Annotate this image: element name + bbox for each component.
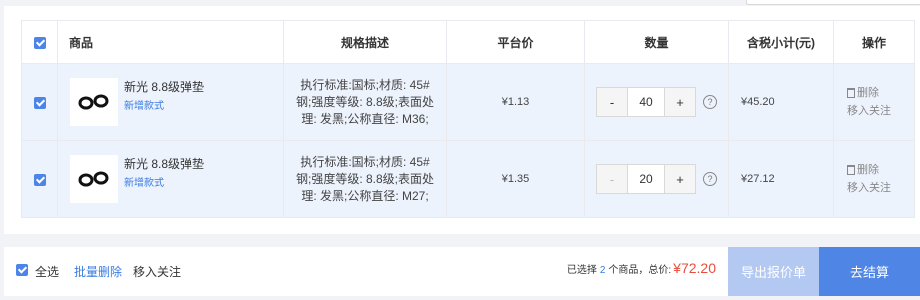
unit-price: ¥1.13: [446, 63, 585, 141]
subtotal: ¥27.12: [728, 140, 834, 218]
header-price: 平台价: [446, 20, 585, 64]
selected-count: 2: [599, 265, 606, 276]
checkbox-checked-icon[interactable]: [33, 96, 46, 109]
row-select[interactable]: [21, 140, 58, 218]
decrease-button[interactable]: -: [597, 88, 627, 116]
header-actions: 操作: [833, 20, 915, 64]
product-variant-link[interactable]: 新增款式: [124, 178, 204, 190]
spec-cell: 执行标准:国标;材质: 45#钢;强度等级: 8.8级;表面处理: 发黑;公称直…: [283, 63, 447, 141]
batch-delete-link[interactable]: 批量删除: [74, 263, 122, 280]
header-spec: 规格描述: [283, 20, 447, 64]
delete-button[interactable]: 删除: [847, 162, 913, 178]
quantity-stepper[interactable]: - 40 +: [596, 87, 696, 117]
spec-text: 执行标准:国标;材质: 45#钢;强度等级: 8.8级;表面处理: 发黑;公称直…: [295, 154, 435, 203]
quantity-cell: - 20 + ?: [584, 140, 729, 218]
cart-card: 商品 规格描述 平台价 数量 含税小计(元) 操作 新光 8.8级弹垫 新增款式…: [4, 6, 920, 234]
table-row: 新光 8.8级弹垫 新增款式 执行标准:国标;材质: 45#钢;强度等级: 8.…: [21, 63, 915, 141]
trash-icon: [847, 88, 855, 98]
actions-cell: 删除 移入关注: [833, 140, 915, 218]
move-to-favorites-button[interactable]: 移入关注: [847, 180, 913, 196]
total-price: ¥72.20: [673, 260, 716, 276]
selected-suffix: 个商品，总价:: [608, 265, 672, 276]
subtotal: ¥45.20: [728, 63, 834, 141]
order-summary: 已选择 2 个商品，总价: ¥72.20: [567, 260, 716, 276]
checkout-button[interactable]: 去结算: [819, 247, 920, 296]
cart-table: 商品 规格描述 平台价 数量 含税小计(元) 操作 新光 8.8级弹垫 新增款式…: [21, 20, 915, 218]
spec-cell: 执行标准:国标;材质: 45#钢;强度等级: 8.8级;表面处理: 发黑;公称直…: [283, 140, 447, 218]
spec-text: 执行标准:国标;材质: 45#钢;强度等级: 8.8级;表面处理: 发黑;公称直…: [295, 77, 435, 126]
question-circle-icon[interactable]: ?: [703, 95, 717, 109]
delete-button[interactable]: 删除: [847, 85, 913, 101]
actions-cell: 删除 移入关注: [833, 63, 915, 141]
search-input-edge[interactable]: [746, 0, 920, 5]
export-quote-button[interactable]: 导出报价单: [728, 247, 819, 296]
product-variant-link[interactable]: 新增款式: [124, 101, 204, 113]
trash-icon: [847, 165, 855, 175]
checkbox-checked-icon[interactable]: [33, 173, 46, 186]
question-circle-icon[interactable]: ?: [703, 172, 717, 186]
increase-button[interactable]: +: [665, 88, 695, 116]
table-header-row: 商品 规格描述 平台价 数量 含税小计(元) 操作: [21, 20, 915, 64]
spring-washer-image[interactable]: [70, 78, 118, 126]
header-subtotal: 含税小计(元): [728, 20, 834, 64]
decrease-button[interactable]: -: [597, 165, 627, 193]
product-name[interactable]: 新光 8.8级弹垫: [124, 157, 204, 171]
table-row: 新光 8.8级弹垫 新增款式 执行标准:国标;材质: 45#钢;强度等级: 8.…: [21, 140, 915, 218]
header-select-all[interactable]: [21, 20, 58, 64]
cart-footer: 全选 批量删除 移入关注 已选择 2 个商品，总价: ¥72.20 导出报价单 …: [4, 247, 920, 296]
quantity-stepper[interactable]: - 20 +: [596, 164, 696, 194]
move-to-favorites-button[interactable]: 移入关注: [847, 103, 913, 119]
selected-prefix: 已选择: [566, 265, 597, 276]
select-all-label[interactable]: 全选: [35, 263, 59, 280]
header-quantity: 数量: [584, 20, 729, 64]
increase-button[interactable]: +: [665, 165, 695, 193]
quantity-cell: - 40 + ?: [584, 63, 729, 141]
product-cell: 新光 8.8级弹垫 新增款式: [57, 140, 284, 218]
row-select[interactable]: [21, 63, 58, 141]
select-all-checkbox[interactable]: [16, 264, 28, 276]
checkbox-checked-icon[interactable]: [33, 36, 46, 49]
quantity-input[interactable]: 40: [627, 88, 665, 116]
batch-follow-link[interactable]: 移入关注: [133, 263, 181, 280]
delete-label: 删除: [857, 164, 879, 176]
product-cell: 新光 8.8级弹垫 新增款式: [57, 63, 284, 141]
quantity-input[interactable]: 20: [627, 165, 665, 193]
header-product: 商品: [57, 20, 284, 64]
product-name[interactable]: 新光 8.8级弹垫: [124, 80, 204, 94]
unit-price: ¥1.35: [446, 140, 585, 218]
spring-washer-image[interactable]: [70, 155, 118, 203]
delete-label: 删除: [857, 87, 879, 99]
